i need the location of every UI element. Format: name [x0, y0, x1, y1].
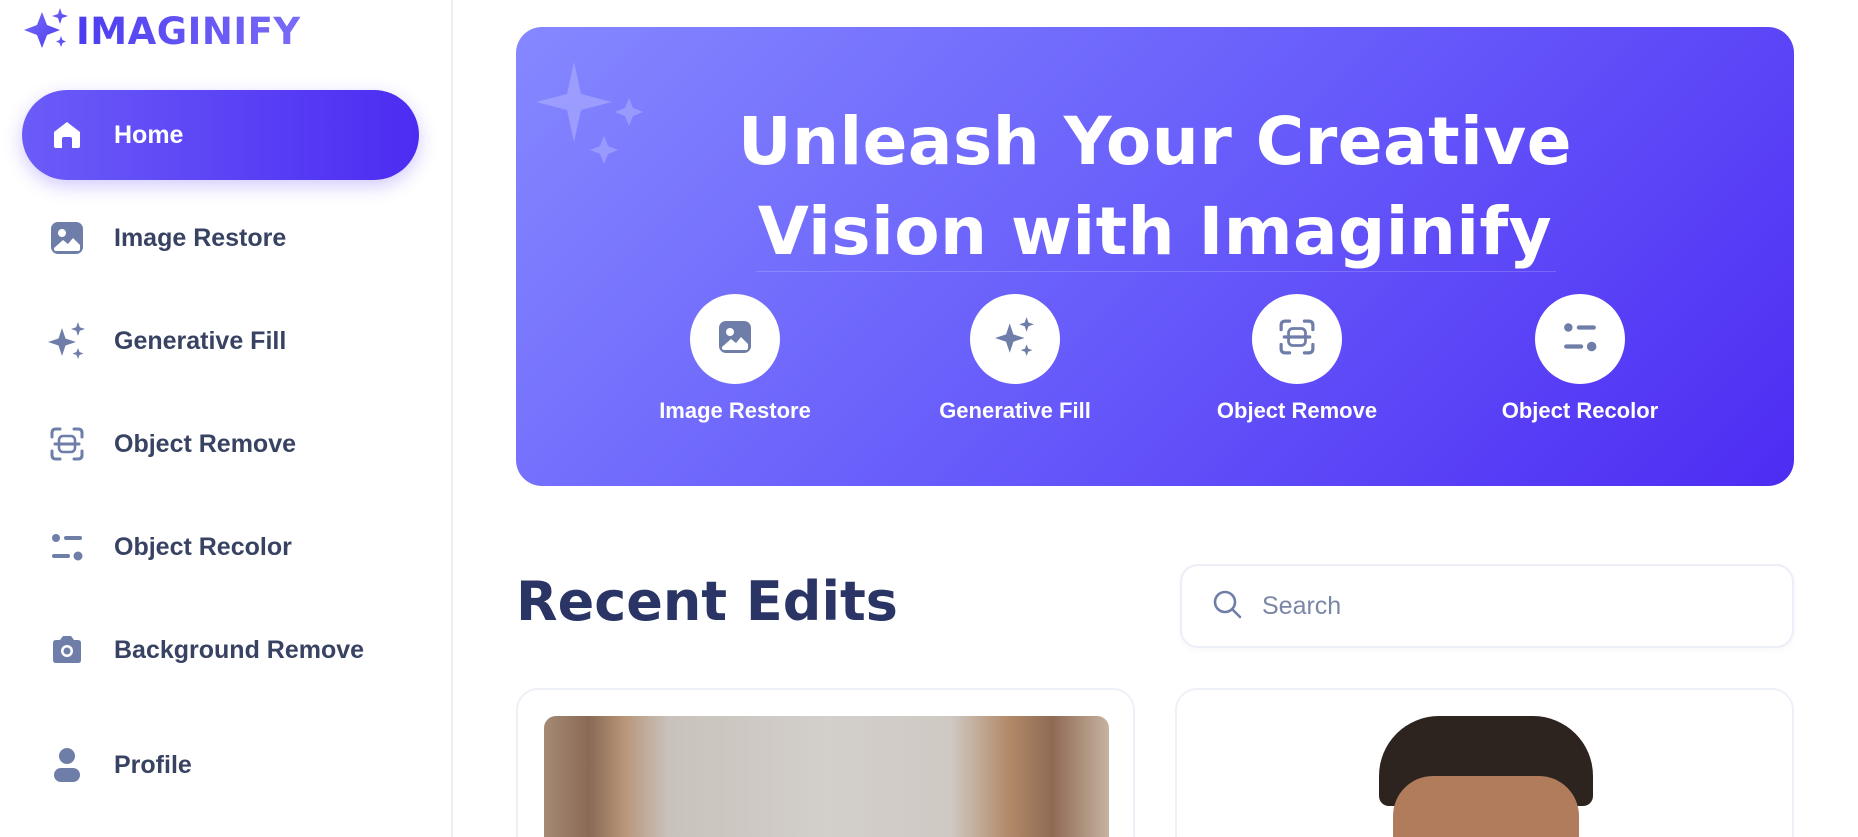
hero-banner: Unleash Your Creative Vision with Imagin…: [516, 27, 1794, 486]
image-thumbnail: [1203, 716, 1768, 837]
recent-edit-card[interactable]: [516, 688, 1135, 837]
hero-title-line-1: Unleash Your Creative: [737, 103, 1573, 180]
tool-circle[interactable]: [690, 294, 780, 384]
tool-generative-fill[interactable]: Generative Fill: [915, 294, 1115, 424]
image-icon: [48, 219, 86, 257]
sidebar-item-label: Object Recolor: [114, 532, 292, 561]
logo-icon: [22, 6, 70, 57]
card-image[interactable]: [1203, 716, 1768, 837]
tool-label: Image Restore: [659, 398, 811, 423]
sidebar-item-object-remove[interactable]: Object Remove: [22, 399, 419, 489]
user-icon: [48, 746, 86, 784]
sidebar-item-generative-fill[interactable]: Generative Fill: [22, 296, 419, 386]
tool-label: Generative Fill: [939, 398, 1091, 423]
sidebar-item-label: Home: [114, 120, 184, 149]
sidebar-item-profile[interactable]: Profile: [22, 720, 419, 810]
tool-label: Object Remove: [1216, 398, 1378, 423]
tool-circle[interactable]: [1535, 294, 1625, 384]
recent-edits-title: Recent Edits: [516, 570, 898, 633]
sidebar-item-label: Object Remove: [114, 429, 297, 458]
search-box[interactable]: [1180, 564, 1794, 648]
image-icon: [718, 320, 752, 359]
sidebar-item-home[interactable]: Home: [22, 90, 419, 180]
sidebar-item-object-recolor[interactable]: Object Recolor: [22, 502, 419, 592]
hero-title-line-2: Vision with Imaginify: [757, 193, 1553, 270]
tool-circle[interactable]: [1252, 294, 1342, 384]
sidebar-item-label: Generative Fill: [114, 326, 287, 355]
stars-icon: [995, 316, 1035, 362]
logo[interactable]: IMAGINIFY: [22, 6, 301, 57]
tool-label: Object Recolor: [1501, 398, 1659, 423]
tool-object-recolor[interactable]: Object Recolor: [1480, 294, 1680, 424]
scan-icon: [48, 425, 86, 463]
recent-edit-card[interactable]: [1175, 688, 1794, 837]
search-icon: [1212, 589, 1242, 624]
portrait-face: [1393, 776, 1579, 837]
sidebar: IMAGINIFY Home Image Restore Generative …: [0, 0, 453, 837]
tool-image-restore[interactable]: Image Restore: [635, 294, 835, 424]
sidebar-item-image-restore[interactable]: Image Restore: [22, 193, 419, 283]
search-input[interactable]: [1262, 591, 1762, 621]
tool-object-remove[interactable]: Object Remove: [1197, 294, 1397, 424]
card-image[interactable]: [544, 716, 1109, 837]
scan-icon: [1279, 319, 1315, 360]
hero-title: Unleash Your Creative Vision with Imagin…: [516, 97, 1794, 277]
sidebar-item-label: Image Restore: [114, 223, 287, 252]
camera-icon: [48, 631, 86, 669]
hero-divider: [756, 271, 1556, 272]
sidebar-item-background-remove[interactable]: Background Remove: [22, 605, 419, 695]
home-icon: [48, 116, 86, 154]
filter-icon: [48, 528, 86, 566]
filter-icon: [1562, 319, 1598, 360]
quick-tools: Image Restore Generative Fill Object Rem…: [516, 294, 1794, 444]
tool-circle[interactable]: [970, 294, 1060, 384]
logo-text: IMAGINIFY: [76, 9, 301, 53]
image-thumbnail: [544, 716, 1109, 837]
stars-icon: [48, 322, 86, 360]
sidebar-item-label: Profile: [114, 750, 192, 779]
sidebar-item-label: Background Remove: [114, 635, 365, 664]
